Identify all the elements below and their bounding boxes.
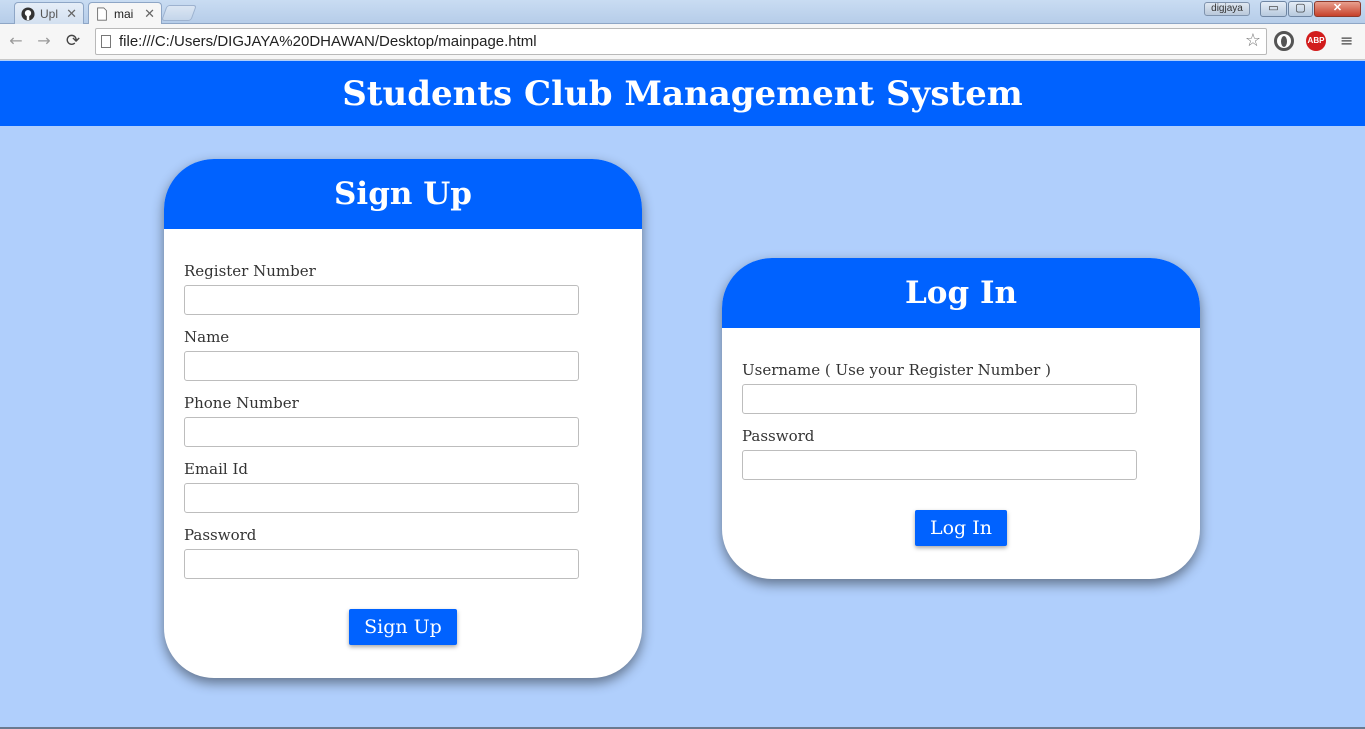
user-profile-button[interactable]: digjaya — [1204, 2, 1250, 16]
login-card: Log In Username ( Use your Register Numb… — [722, 258, 1200, 579]
menu-icon[interactable]: ≡ — [1340, 32, 1356, 50]
tab-github[interactable]: Upl ✕ — [14, 2, 84, 24]
page-icon — [101, 35, 111, 48]
username-label: Username ( Use your Register Number ) — [742, 361, 1051, 379]
browser-toolbar: ← → ⟳ file:///C:/Users/DIGJAYA%20DHAWAN/… — [0, 24, 1365, 60]
close-icon[interactable]: ✕ — [144, 6, 155, 22]
url-text[interactable]: file:///C:/Users/DIGJAYA%20DHAWAN/Deskto… — [119, 33, 537, 50]
reload-icon[interactable]: ⟳ — [62, 30, 84, 52]
email-input[interactable] — [184, 483, 579, 513]
tab-title: Upl — [40, 6, 59, 21]
adblock-extension-icon[interactable]: ABP — [1306, 31, 1326, 51]
close-icon[interactable]: ✕ — [66, 6, 77, 22]
tab-title: mai — [114, 6, 134, 21]
signup-button[interactable]: Sign Up — [349, 609, 457, 645]
login-card-header: Log In — [722, 258, 1200, 328]
tab-mainpage[interactable]: mai ✕ — [88, 2, 162, 24]
name-input[interactable] — [184, 351, 579, 381]
register-number-label: Register Number — [184, 262, 316, 280]
username-input[interactable] — [742, 384, 1137, 414]
login-password-input[interactable] — [742, 450, 1137, 480]
new-tab-button[interactable] — [161, 5, 197, 21]
login-form: Username ( Use your Register Number ) Pa… — [722, 328, 1200, 546]
forward-arrow-icon[interactable]: → — [33, 30, 55, 52]
name-label: Name — [184, 328, 230, 346]
login-button-wrap: Log In — [742, 492, 1180, 546]
maximize-button[interactable]: ▢ — [1288, 1, 1313, 17]
signup-password-label: Password — [184, 526, 257, 544]
phone-number-input[interactable] — [184, 417, 579, 447]
signup-card: Sign Up Register Number Name Phone Numbe… — [164, 159, 642, 678]
signup-button-wrap: Sign Up — [184, 591, 622, 645]
email-label: Email Id — [184, 460, 249, 478]
ghostery-extension-icon[interactable] — [1274, 31, 1294, 51]
github-icon — [21, 6, 35, 21]
address-bar[interactable]: file:///C:/Users/DIGJAYA%20DHAWAN/Deskto… — [95, 28, 1267, 55]
signup-form: Register Number Name Phone Number Email … — [164, 229, 642, 645]
page-title: Students Club Management System — [342, 73, 1023, 114]
window-close-button[interactable]: ✕ — [1314, 1, 1361, 17]
login-password-label: Password — [742, 427, 815, 445]
signup-heading: Sign Up — [334, 176, 472, 212]
login-heading: Log In — [905, 275, 1017, 311]
bookmark-star-icon[interactable]: ☆ — [1245, 30, 1261, 51]
back-arrow-icon[interactable]: ← — [5, 30, 27, 52]
login-button[interactable]: Log In — [914, 510, 1007, 546]
register-number-input[interactable] — [184, 285, 579, 315]
phone-number-label: Phone Number — [184, 394, 299, 412]
page-icon — [97, 6, 107, 21]
browser-titlebar: Upl ✕ mai ✕ digjaya ▭ ▢ ✕ — [0, 0, 1365, 24]
minimize-button[interactable]: ▭ — [1260, 1, 1287, 17]
page-header: Students Club Management System — [0, 61, 1365, 126]
signup-password-input[interactable] — [184, 549, 579, 579]
signup-card-header: Sign Up — [164, 159, 642, 229]
